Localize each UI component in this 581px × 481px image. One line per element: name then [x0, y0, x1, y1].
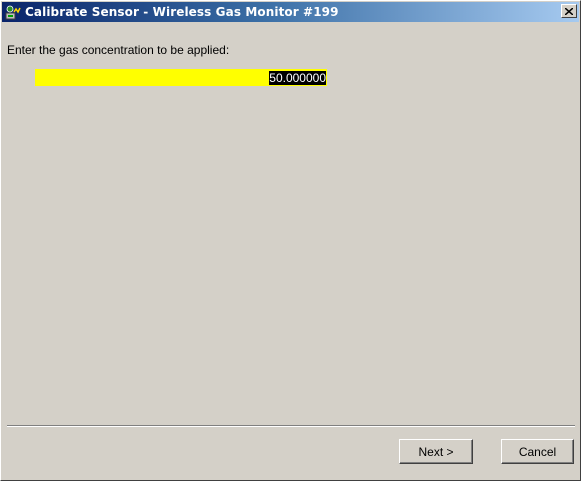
gas-monitor-app-icon [5, 5, 21, 20]
title-bar[interactable]: Calibrate Sensor - Wireless Gas Monitor … [2, 2, 579, 22]
close-button[interactable] [561, 4, 577, 18]
gas-concentration-input[interactable] [35, 69, 327, 86]
cancel-button[interactable]: Cancel [501, 439, 574, 464]
button-area-divider [7, 425, 575, 427]
next-button[interactable]: Next > [399, 439, 473, 464]
calibrate-sensor-dialog: Calibrate Sensor - Wireless Gas Monitor … [0, 0, 581, 481]
concentration-prompt-label: Enter the gas concentration to be applie… [7, 43, 230, 57]
close-icon [565, 7, 573, 15]
window-title: Calibrate Sensor - Wireless Gas Monitor … [25, 5, 339, 19]
